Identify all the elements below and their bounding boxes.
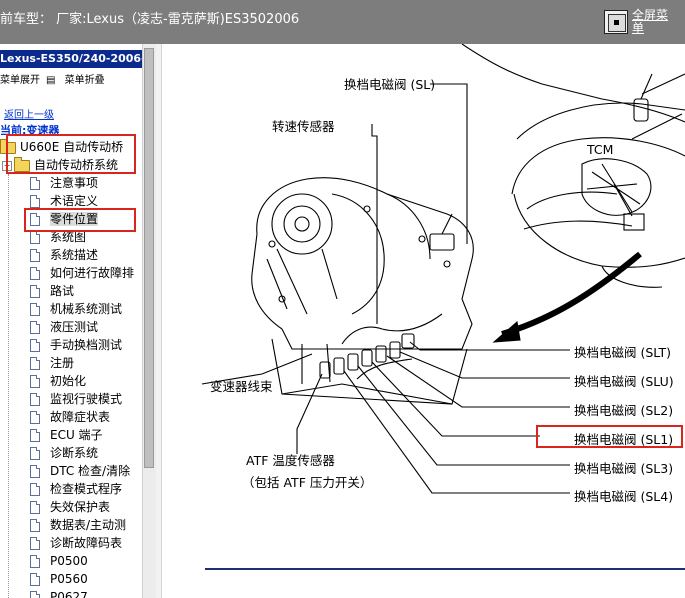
label-transmission-harness: 变速器线束 [210, 379, 273, 394]
label-solenoid-sl: 换档电磁阀 (SL) [344, 77, 436, 92]
document-icon [30, 447, 40, 460]
tree-item[interactable]: 诊断系统 [30, 444, 98, 462]
tree-item[interactable]: DTC 检查/清除 [30, 462, 130, 480]
tree-item[interactable]: 检查模式程序 [30, 480, 122, 498]
label-atf-temp-sensor: ATF 温度传感器 [246, 453, 335, 468]
page-title: 前车型： 厂家:Lexus（凌志-雷克萨斯)ES3502006 [0, 12, 300, 27]
label-solenoid-sl4: 换档电磁阀 (SL4) [574, 489, 674, 504]
document-icon [30, 321, 40, 334]
label-solenoid-sl2: 换档电磁阀 (SL2) [574, 403, 674, 418]
label-solenoid-slu: 换档电磁阀 (SLU) [574, 374, 674, 389]
tree-item[interactable]: 故障症状表 [30, 408, 110, 426]
collapse-icon: ▤ [46, 75, 56, 86]
label-solenoid-sl3: 换档电磁阀 (SL3) [574, 461, 674, 476]
expand-menu-button[interactable]: 菜单展开 [0, 75, 40, 86]
document-icon [30, 339, 40, 352]
tree-item[interactable]: 注册 [30, 354, 74, 372]
parts-location-diagram: 换档电磁阀 (SL) 转速传感器 TCM 换档电磁阀 (SLT) 换档电磁阀 (… [162, 44, 685, 598]
divider-rule [205, 568, 685, 570]
document-icon [30, 429, 40, 442]
sidebar-header: Lexus-ES350/240-2006-维修 [0, 50, 142, 68]
document-icon [30, 465, 40, 478]
label-tcm: TCM [587, 142, 614, 157]
label-speed-sensor: 转速传感器 [272, 119, 335, 134]
label-atf-pressure-switch: （包括 ATF 压力开关） [242, 475, 373, 490]
document-icon [30, 249, 40, 262]
tree-item[interactable]: 注意事项 [30, 174, 98, 192]
tree-toolbar: 菜单展开 ▤ 菜单折叠 [0, 71, 111, 86]
tree-item[interactable]: 如何进行故障排 [30, 264, 134, 282]
document-icon [30, 267, 40, 280]
document-icon [30, 537, 40, 550]
tree-item[interactable]: 液压测试 [30, 318, 98, 336]
tree-item[interactable]: ECU 端子 [30, 426, 103, 444]
tree-item[interactable]: 手动换档测试 [30, 336, 122, 354]
tree-item[interactable]: P0500 [30, 552, 88, 570]
tree-item[interactable]: 失效保护表 [30, 498, 110, 516]
document-icon [30, 357, 40, 370]
document-icon [30, 591, 40, 598]
document-icon [30, 411, 40, 424]
document-icon [30, 231, 40, 244]
highlight-box-sl1 [536, 425, 683, 448]
document-icon [30, 519, 40, 532]
document-icon [30, 177, 40, 190]
document-icon [30, 303, 40, 316]
document-icon [30, 375, 40, 388]
document-icon [30, 393, 40, 406]
tree-guide-line [8, 174, 10, 598]
tree-item[interactable]: 数据表/主动测 [30, 516, 126, 534]
fullscreen-menu-link[interactable]: 全屏菜单 [632, 9, 672, 35]
sidebar-scroll-thumb[interactable] [144, 48, 154, 468]
highlight-box-root [6, 134, 136, 174]
tree-item[interactable]: P0560 [30, 570, 88, 588]
diagram-illustration [201, 44, 685, 494]
tree-item[interactable]: 系统描述 [30, 246, 98, 264]
fullscreen-menu-icon[interactable] [604, 10, 628, 34]
collapse-menu-button[interactable]: 菜单折叠 [65, 75, 105, 86]
tree-item[interactable]: 机械系统测试 [30, 300, 122, 318]
document-icon [30, 285, 40, 298]
document-icon [30, 483, 40, 496]
highlight-box-selected [24, 208, 136, 232]
document-icon [30, 501, 40, 514]
tree-item[interactable]: 诊断故障码表 [30, 534, 122, 552]
document-icon [30, 195, 40, 208]
tree-item[interactable]: P0627 [30, 588, 88, 598]
document-icon [30, 573, 40, 586]
sidebar-tree: Lexus-ES350/240-2006-维修 菜单展开 ▤ 菜单折叠 返回上一级… [0, 44, 142, 598]
document-icon [30, 555, 40, 568]
tree-item[interactable]: 路试 [30, 282, 74, 300]
tree-item[interactable]: 监视行驶模式 [30, 390, 122, 408]
back-link[interactable]: 返回上一级 [4, 106, 54, 121]
title-bar: 前车型： 厂家:Lexus（凌志-雷克萨斯)ES3502006 全屏菜单 [0, 0, 685, 44]
tree-item[interactable]: 初始化 [30, 372, 86, 390]
label-solenoid-slt: 换档电磁阀 (SLT) [574, 345, 672, 360]
